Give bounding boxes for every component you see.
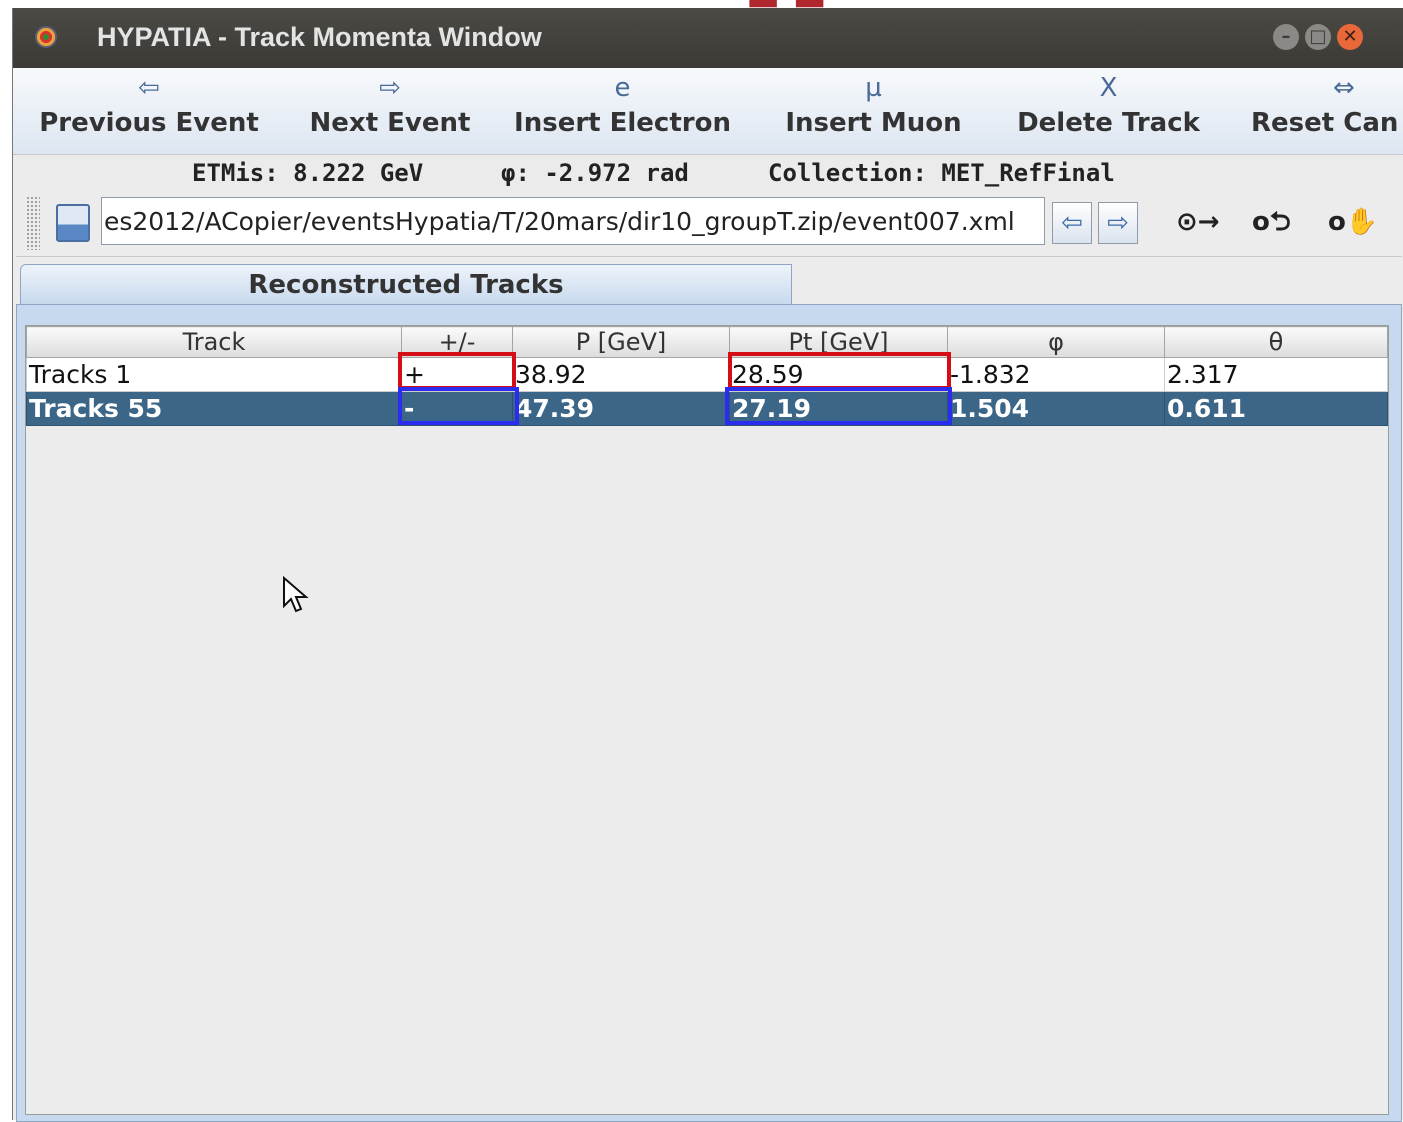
event-path-field[interactable]: es2012/ACopier/eventsHypatia/T/20mars/di… xyxy=(101,197,1045,245)
column-header-phi[interactable]: φ xyxy=(947,326,1165,358)
track-name-cell[interactable]: Tracks 1 xyxy=(26,357,402,392)
reset-canvas-button[interactable]: ⇔ Reset Can xyxy=(1251,68,1403,154)
met-info-bar: ETMis: 8.222 GeV φ: -2.972 rad Collectio… xyxy=(16,154,1402,193)
table-row-selected[interactable]: Tracks 55 - 47.39 27.19 1.504 0.611 xyxy=(26,391,1388,426)
next-event-label: Next Event xyxy=(309,108,471,138)
hypatia-app-icon xyxy=(35,26,57,48)
next-event-button[interactable]: ⇨ Next Event xyxy=(305,68,475,154)
theta-cell[interactable]: 0.611 xyxy=(1164,391,1388,426)
charge-highlight-blue xyxy=(398,387,519,425)
charge-highlight-red xyxy=(398,352,516,390)
collection-value: Collection: MET_RefFinal xyxy=(768,159,1115,187)
title-bar[interactable]: HYPATIA - Track Momenta Window – □ ✕ xyxy=(13,8,1403,68)
phi-cell[interactable]: -1.832 xyxy=(947,357,1165,392)
pt-highlight-blue xyxy=(725,387,952,425)
reset-canvas-label: Reset Can xyxy=(1251,108,1399,138)
p-cell[interactable]: 47.39 xyxy=(512,391,730,426)
insert-muon-label: Insert Muon xyxy=(785,108,962,138)
toolbar: ⇦ Previous Event ⇨ Next Event e Insert E… xyxy=(13,68,1403,155)
insert-electron-label: Insert Electron xyxy=(514,108,731,138)
maximize-icon[interactable]: □ xyxy=(1305,24,1331,50)
tracks-panel: Track +/- P [GeV] Pt [GeV] φ θ Tracks 1 … xyxy=(16,304,1402,1122)
arrow-left-icon: ⇦ xyxy=(138,73,160,103)
track-name-cell[interactable]: Tracks 55 xyxy=(26,391,402,426)
table-row[interactable]: Tracks 1 + 38.92 28.59 -1.832 2.317 xyxy=(26,357,1388,392)
tab-reconstructed-tracks[interactable]: Reconstructed Tracks xyxy=(20,264,792,305)
tracks-table: Track +/- P [GeV] Pt [GeV] φ θ Tracks 1 … xyxy=(26,326,1388,426)
electron-icon: e xyxy=(614,73,631,103)
save-icon[interactable] xyxy=(56,204,90,242)
arrow-right-icon: ⇨ xyxy=(379,73,401,103)
pick-track-icon[interactable]: ⊙→ xyxy=(1176,202,1220,242)
prev-file-arrow-icon[interactable]: ⇦ xyxy=(1052,202,1092,244)
mouse-pointer-icon xyxy=(283,576,309,613)
delete-track-label: Delete Track xyxy=(1017,108,1200,138)
phi-cell[interactable]: 1.504 xyxy=(947,391,1165,426)
event-path-bar: es2012/ACopier/eventsHypatia/T/20mars/di… xyxy=(16,192,1402,257)
column-header-p[interactable]: P [GeV] xyxy=(512,326,730,358)
close-icon[interactable]: ✕ xyxy=(1337,24,1363,50)
column-header-track[interactable]: Track xyxy=(26,326,402,358)
pt-highlight-red xyxy=(728,352,951,390)
table-header-row: Track +/- P [GeV] Pt [GeV] φ θ xyxy=(26,326,1388,358)
previous-event-label: Previous Event xyxy=(39,108,259,138)
tab-strip: Reconstructed Tracks xyxy=(16,264,1402,306)
previous-event-button[interactable]: ⇦ Previous Event xyxy=(39,68,259,154)
column-header-theta[interactable]: θ xyxy=(1164,326,1388,358)
zoom-hand-icon[interactable]: o✋ xyxy=(1328,202,1378,242)
minimize-icon[interactable]: – xyxy=(1273,24,1299,50)
etmis-value: ETMis: 8.222 GeV xyxy=(192,159,424,187)
muon-icon: µ xyxy=(865,73,882,103)
p-cell[interactable]: 38.92 xyxy=(512,357,730,392)
window-title: HYPATIA - Track Momenta Window xyxy=(97,22,542,52)
rotate-view-icon[interactable]: o⮌ xyxy=(1252,202,1291,242)
track-momenta-window: HYPATIA - Track Momenta Window – □ ✕ ⇦ P… xyxy=(12,8,1403,1122)
double-arrow-icon: ⇔ xyxy=(1333,73,1355,103)
theta-cell[interactable]: 2.317 xyxy=(1164,357,1388,392)
phi-value: φ: -2.972 rad xyxy=(501,159,689,187)
insert-electron-button[interactable]: e Insert Electron xyxy=(510,68,735,154)
tracks-table-area: Track +/- P [GeV] Pt [GeV] φ θ Tracks 1 … xyxy=(25,325,1389,1115)
delete-track-button[interactable]: X Delete Track xyxy=(1011,68,1206,154)
insert-muon-button[interactable]: µ Insert Muon xyxy=(781,68,966,154)
toolbar-grip[interactable] xyxy=(26,196,40,250)
next-file-arrow-icon[interactable]: ⇨ xyxy=(1098,202,1138,244)
delete-x-icon: X xyxy=(1099,73,1118,103)
